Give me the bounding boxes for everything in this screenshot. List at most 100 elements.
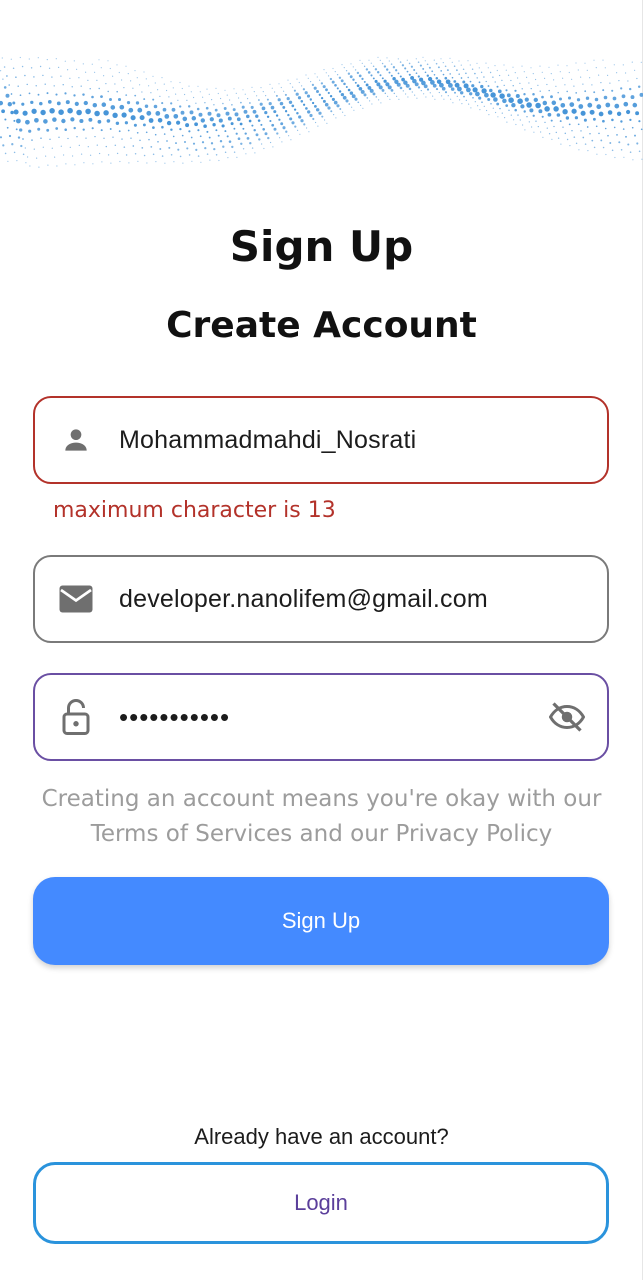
wave-dot [528, 82, 530, 84]
password-value[interactable]: ••••••••••• [119, 702, 545, 733]
wave-dot [354, 69, 357, 71]
wave-dot [87, 79, 89, 81]
wave-dot [279, 137, 281, 139]
wave-dot [591, 84, 593, 86]
wave-dot [7, 102, 12, 107]
wave-dot [524, 97, 529, 102]
wave-dot [340, 92, 345, 97]
wave-dot [49, 138, 51, 141]
wave-dot [559, 120, 562, 123]
wave-dot [271, 123, 275, 127]
wave-dot [173, 113, 179, 119]
wave-dot [287, 113, 290, 117]
wave-dot [38, 166, 40, 168]
wave-dot [294, 125, 297, 128]
wave-dot [537, 125, 539, 128]
wave-dot [395, 69, 398, 72]
wave-dot [559, 71, 561, 73]
wave-dot [164, 114, 170, 119]
wave-dot [386, 57, 388, 59]
wave-dot [639, 92, 643, 97]
wave-dot [245, 153, 247, 155]
wave-dot [170, 128, 173, 131]
username-field[interactable]: Mohammadmahdi_Nosrati [33, 396, 609, 484]
wave-dot [489, 71, 492, 74]
wave-dot [227, 157, 229, 159]
wave-dot [350, 63, 352, 65]
wave-dot [478, 81, 481, 84]
wave-dot [126, 100, 131, 105]
wave-dot [89, 88, 91, 90]
wave-dot [498, 74, 501, 77]
wave-dot [342, 111, 344, 113]
wave-dot [224, 151, 227, 153]
wave-dot [368, 59, 370, 61]
wave-dot [226, 135, 229, 138]
wave-dot [641, 158, 643, 160]
wave-dot [293, 108, 297, 111]
wave-dot [240, 101, 242, 104]
login-button[interactable]: Login [33, 1162, 609, 1244]
wave-dot [48, 67, 51, 69]
wave-dot [198, 112, 203, 117]
wave-dot [258, 138, 261, 141]
wave-dot [369, 100, 371, 102]
wave-dot [327, 91, 330, 95]
wave-dot [163, 83, 165, 85]
wave-dot [161, 155, 164, 157]
wave-dot [629, 118, 632, 122]
wave-dot [17, 85, 19, 87]
wave-dot [354, 81, 357, 84]
email-value[interactable]: developer.nanolifem@gmail.com [119, 585, 607, 614]
wave-dot [479, 109, 481, 111]
wave-dot [462, 68, 465, 70]
wave-dot [145, 131, 148, 134]
wave-dot [10, 93, 13, 95]
wave-dot [631, 126, 634, 129]
wave-dot [28, 58, 30, 60]
email-field[interactable]: developer.nanolifem@gmail.com [33, 555, 609, 643]
sign-up-button[interactable]: Sign Up [33, 877, 609, 965]
wave-dot [318, 93, 321, 96]
wave-dot [21, 65, 24, 68]
wave-dot [312, 117, 315, 121]
wave-dot [67, 107, 73, 114]
wave-dot [103, 110, 109, 116]
wave-dot [309, 113, 313, 118]
wave-dot [103, 137, 105, 139]
wave-dot [335, 117, 337, 119]
wave-dot [28, 129, 32, 133]
wave-dot [378, 99, 380, 101]
wave-dot [618, 80, 620, 82]
wave-dot [407, 96, 409, 98]
wave-dot [22, 138, 24, 140]
wave-dot [260, 87, 262, 89]
wave-dot [476, 77, 478, 79]
wave-dot [197, 85, 199, 87]
wave-dot [424, 60, 426, 62]
wave-dot [443, 98, 445, 100]
wave-dot [613, 64, 615, 66]
wave-dot [577, 69, 579, 71]
wave-dot [414, 82, 419, 87]
wave-dot [450, 98, 452, 100]
wave-dot [46, 92, 49, 95]
wave-dot [381, 77, 384, 80]
wave-dot [508, 109, 510, 111]
wave-dot [201, 141, 205, 144]
password-field[interactable]: ••••••••••• [33, 673, 609, 761]
wave-dot [301, 85, 303, 87]
username-value[interactable]: Mohammadmahdi_Nosrati [119, 426, 607, 455]
wave-dot [542, 100, 548, 106]
wave-dot [529, 108, 534, 113]
wave-dot [471, 68, 474, 71]
wave-dot [51, 147, 53, 149]
wave-dot [438, 91, 440, 94]
wave-dot [338, 90, 342, 93]
eye-off-icon[interactable] [545, 695, 589, 739]
wave-dot [262, 91, 264, 93]
wave-dot [514, 72, 516, 74]
wave-dot [372, 92, 376, 96]
wave-dot [503, 64, 505, 66]
wave-dot [12, 101, 16, 105]
